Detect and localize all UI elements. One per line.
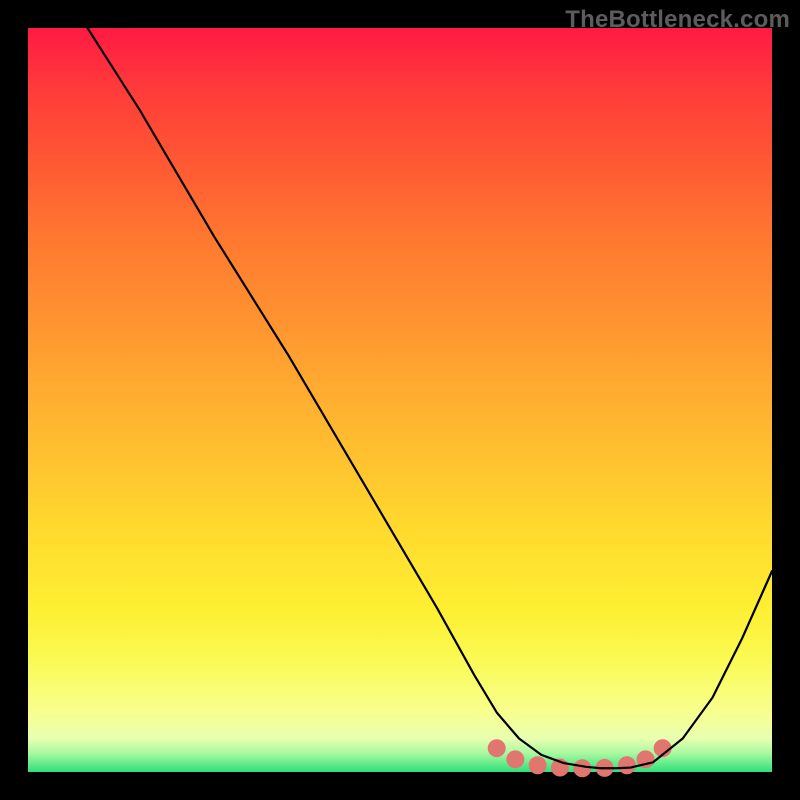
data-markers bbox=[488, 739, 672, 777]
plot-area bbox=[28, 28, 772, 772]
data-marker bbox=[529, 756, 547, 774]
chart-svg bbox=[28, 28, 772, 772]
data-marker bbox=[506, 750, 524, 768]
data-marker bbox=[573, 759, 591, 777]
data-marker bbox=[488, 739, 506, 757]
curve-line bbox=[88, 28, 772, 768]
chart-container: TheBottleneck.com bbox=[0, 0, 800, 800]
data-marker bbox=[618, 756, 636, 774]
